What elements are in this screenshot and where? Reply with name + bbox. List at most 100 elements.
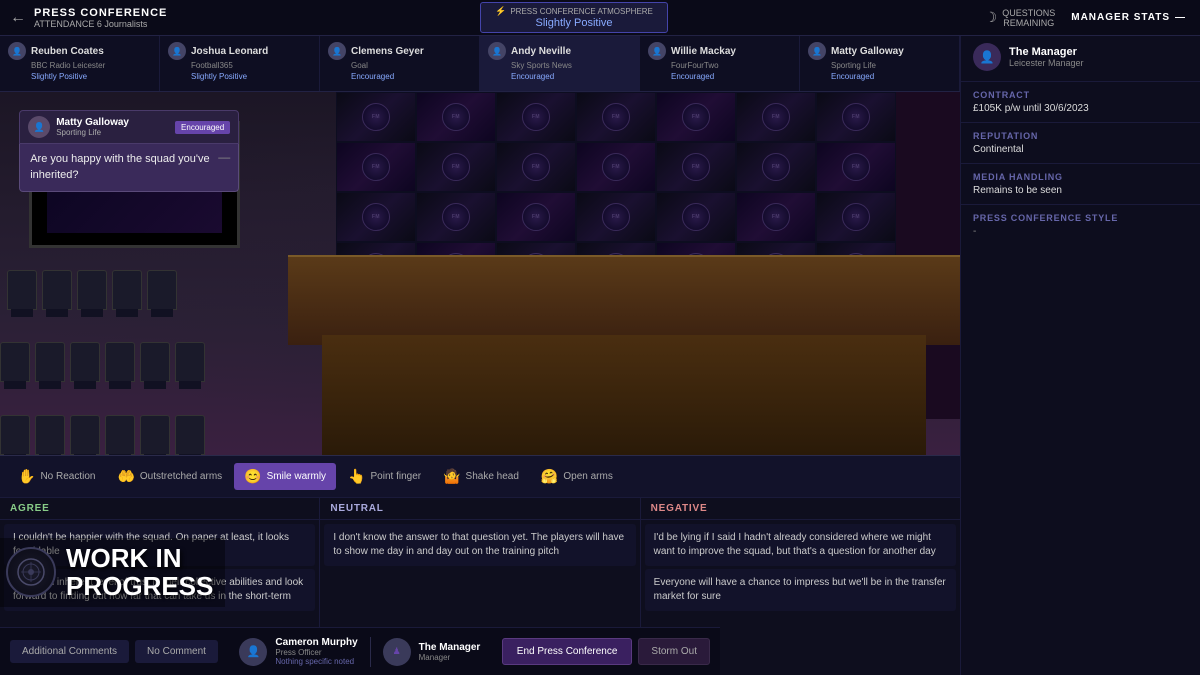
bottom-bar: Additional Comments No Comment 👤 Cameron…	[0, 627, 720, 675]
chair	[0, 342, 30, 382]
manager-stats-button[interactable]: MANAGER STATS —	[1071, 12, 1186, 23]
journalist-card-2[interactable]: 👤 Clemens Geyer Goal Encouraged	[320, 36, 480, 91]
journalist-mood-5: Encouraged	[831, 72, 951, 81]
backdrop-logo: FM	[682, 153, 710, 181]
manager-bottom-avatar: ♟	[383, 638, 411, 666]
press-officer-role: Press Officer	[275, 648, 357, 657]
atmosphere-value: Slightly Positive	[535, 17, 612, 29]
wip-line1: WORK IN	[66, 543, 182, 573]
no-comment-button[interactable]: No Comment	[135, 640, 218, 663]
conference-style-label: PRESS CONFERENCE STYLE	[973, 213, 1188, 223]
reputation-section: REPUTATION Continental	[961, 123, 1200, 164]
divider	[370, 637, 371, 667]
backdrop-logo: FM	[762, 203, 790, 231]
journalist-avatar-3: 👤	[488, 42, 506, 60]
backdrop-logo: FM	[842, 103, 870, 131]
backdrop-tile: FM	[816, 192, 896, 242]
back-button[interactable]: ←	[10, 9, 26, 27]
storm-out-button[interactable]: Storm Out	[638, 638, 710, 665]
backdrop-logo: FM	[602, 103, 630, 131]
bubble-mood-tag: Encouraged	[175, 121, 230, 134]
journalist-outlet-2: Goal	[351, 61, 471, 70]
question-text-content: Are you happy with the squad you've inhe…	[30, 153, 209, 180]
collapse-button[interactable]: —	[218, 149, 230, 166]
wip-logo	[6, 547, 56, 597]
backdrop-tile: FM	[736, 192, 816, 242]
journalist-outlet-1: Football365	[191, 61, 311, 70]
gesture-button-shake-head[interactable]: 🤷Shake head	[433, 463, 529, 490]
gesture-button-open-arms[interactable]: 🤗Open arms	[531, 463, 623, 490]
backdrop-logo: FM	[442, 103, 470, 131]
bubble-header: 👤 Matty Galloway Sporting Life Encourage…	[19, 110, 239, 144]
gesture-label-3: Point finger	[371, 471, 422, 482]
atmosphere-label: PRESS CONFERENCE ATMOSPHERE	[495, 6, 653, 17]
journalist-outlet-0: BBC Radio Leicester	[31, 61, 151, 70]
manager-bottom-role: Manager	[419, 653, 481, 662]
response-item[interactable]: I'd be lying if I said I hadn't already …	[645, 524, 956, 566]
chair	[175, 415, 205, 455]
additional-comments-button[interactable]: Additional Comments	[10, 640, 129, 663]
gesture-icon-0: ✋	[18, 468, 35, 485]
press-officer-avatar: 👤	[239, 638, 267, 666]
questions-remaining: ☽ QUESTIONS REMAINING	[985, 8, 1056, 28]
chair	[70, 342, 100, 382]
press-conference-title: PRESS CONFERENCE	[34, 7, 167, 19]
manager-stats-label: MANAGER STATS	[1071, 12, 1170, 23]
question-bubble: 👤 Matty Galloway Sporting Life Encourage…	[19, 110, 239, 192]
gesture-button-no-reaction[interactable]: ✋No Reaction	[8, 463, 105, 490]
journalist-outlet-5: Sporting Life	[831, 61, 951, 70]
manager-bottom-name: The Manager	[419, 642, 481, 653]
manager-name: The Manager	[1009, 46, 1084, 58]
backdrop-tile: FM	[416, 192, 496, 242]
journalist-avatar-2: 👤	[328, 42, 346, 60]
bubble-avatar: 👤	[28, 116, 50, 138]
wip-badge: WORK IN PROGRESS	[0, 538, 225, 607]
gesture-icon-3: 👆	[348, 468, 365, 485]
gesture-button-outstretched-arms[interactable]: 🤲Outstretched arms	[107, 463, 232, 490]
chair	[175, 342, 205, 382]
manager-avatar: 👤	[973, 43, 1001, 71]
backdrop-logo: FM	[522, 203, 550, 231]
gesture-row: ✋No Reaction🤲Outstretched arms😊Smile war…	[0, 456, 960, 498]
chair	[140, 415, 170, 455]
journalist-mood-0: Slightly Positive	[31, 72, 151, 81]
response-item[interactable]: I don't know the answer to that question…	[324, 524, 635, 566]
journalist-outlet-4: FourFourTwo	[671, 61, 791, 70]
atmosphere-badge: PRESS CONFERENCE ATMOSPHERE Slightly Pos…	[480, 2, 668, 33]
journalist-card-3[interactable]: 👤 Andy Neville Sky Sports News Encourage…	[480, 36, 640, 91]
response-item[interactable]: Everyone will have a chance to impress b…	[645, 569, 956, 611]
media-handling-section: MEDIA HANDLING Remains to be seen	[961, 164, 1200, 205]
chair	[35, 342, 65, 382]
reputation-label: REPUTATION	[973, 131, 1188, 141]
backdrop-logo: FM	[602, 203, 630, 231]
manager-role: Leicester Manager	[1009, 58, 1084, 68]
journalist-mood-2: Encouraged	[351, 72, 471, 81]
journalist-mood-1: Slightly Positive	[191, 72, 311, 81]
agree-header: AGREE	[0, 498, 319, 520]
journalist-card-1[interactable]: 👤 Joshua Leonard Football365 Slightly Po…	[160, 36, 320, 91]
gesture-label-4: Shake head	[466, 471, 519, 482]
bubble-journalist-outlet: Sporting Life	[56, 128, 129, 137]
backdrop-tile: FM	[656, 92, 736, 142]
backdrop-logo: FM	[842, 203, 870, 231]
journalist-name-0: Reuben Coates	[31, 46, 104, 57]
journalist-card-5[interactable]: 👤 Matty Galloway Sporting Life Encourage…	[800, 36, 960, 91]
chair	[140, 342, 170, 382]
press-conference-subtitle: ATTENDANCE 6 Journalists	[34, 19, 167, 29]
journalist-avatar-1: 👤	[168, 42, 186, 60]
backdrop-logo: FM	[682, 203, 710, 231]
journalist-name-1: Joshua Leonard	[191, 46, 268, 57]
journalist-card-4[interactable]: 👤 Willie Mackay FourFourTwo Encouraged	[640, 36, 800, 91]
backdrop-logo: FM	[362, 103, 390, 131]
neutral-column: NEUTRAL I don't know the answer to that …	[320, 498, 640, 627]
backdrop-logo: FM	[762, 103, 790, 131]
backdrop-tile: FM	[656, 142, 736, 192]
journalist-card-0[interactable]: 👤 Reuben Coates BBC Radio Leicester Slig…	[0, 36, 160, 91]
contract-value: £105K p/w until 30/6/2023	[973, 103, 1188, 114]
backdrop-logo: FM	[442, 153, 470, 181]
media-handling-label: MEDIA HANDLING	[973, 172, 1188, 182]
gesture-button-point-finger[interactable]: 👆 Point finger	[338, 463, 431, 490]
end-conference-button[interactable]: End Press Conference	[502, 638, 633, 665]
gesture-button-smile-warmly[interactable]: 😊Smile warmly	[234, 463, 336, 490]
chair	[70, 415, 100, 455]
